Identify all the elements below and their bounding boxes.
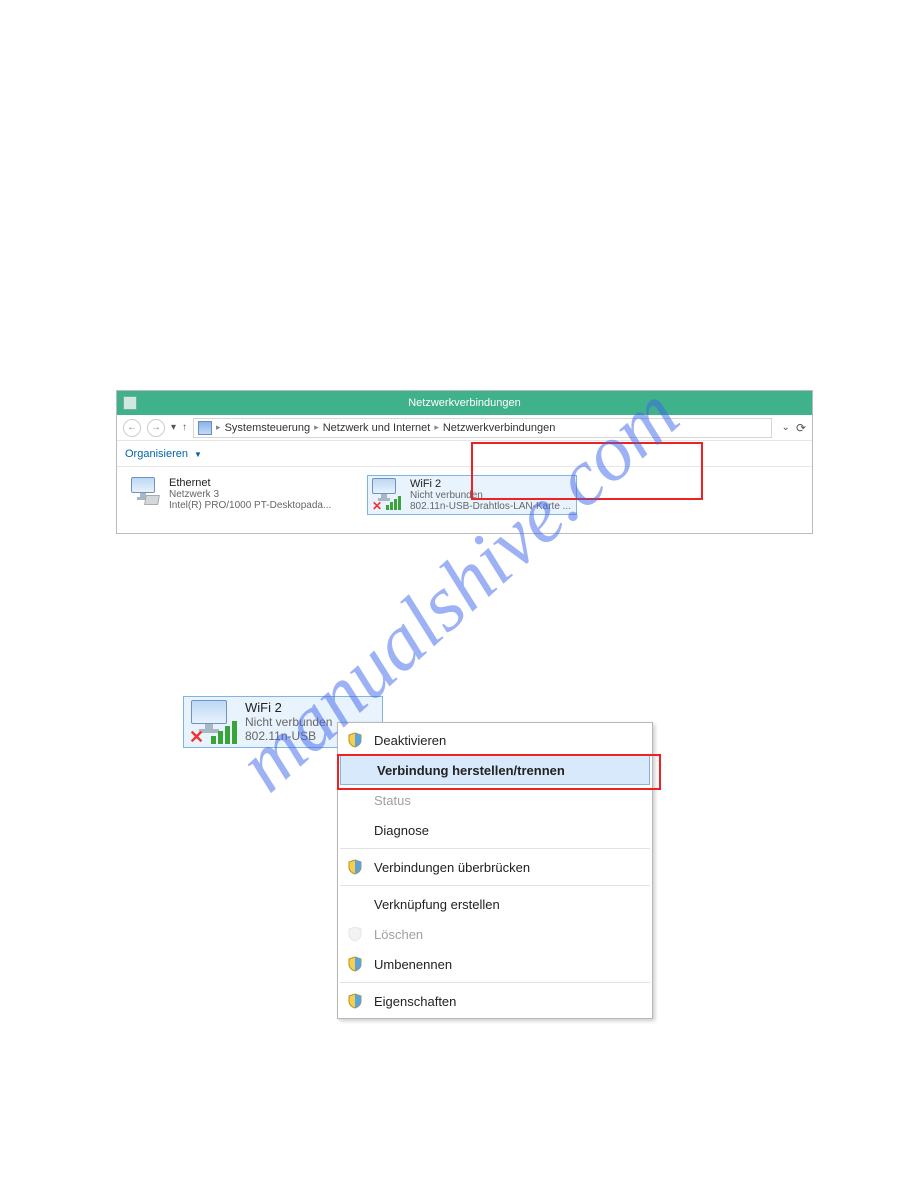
connection-status: Nicht verbunden (245, 715, 332, 729)
menu-item-shortcut[interactable]: Verknüpfung erstellen (338, 889, 652, 919)
menu-item-label: Status (374, 793, 411, 808)
nav-row: ← → ▾ ↑ ▸ Systemsteuerung ▸ Netzwerk und… (117, 415, 812, 441)
organize-label: Organisieren (125, 448, 188, 460)
context-menu-screenshot: ✕ WiFi 2 Nicht verbunden 802.11n-USB Dea… (183, 696, 655, 748)
control-panel-icon (198, 421, 212, 435)
breadcrumb-bar[interactable]: ▸ Systemsteuerung ▸ Netzwerk und Interne… (193, 418, 772, 438)
menu-item-deactivate[interactable]: Deaktivieren (338, 725, 652, 755)
up-button[interactable]: ↑ (182, 422, 187, 433)
menu-item-properties[interactable]: Eigenschaften (338, 986, 652, 1016)
chevron-right-icon: ▸ (216, 422, 221, 433)
blank-icon (346, 821, 364, 839)
connection-wifi2[interactable]: ✕ WiFi 2 Nicht verbunden 802.11n-USB-Dra… (367, 475, 577, 515)
disconnected-icon: ✕ (372, 500, 384, 512)
connection-ethernet[interactable]: Ethernet Netzwerk 3 Intel(R) PRO/1000 PT… (127, 475, 337, 513)
wifi-icon: ✕ (189, 700, 239, 744)
menu-item-bridge[interactable]: Verbindungen überbrücken (338, 852, 652, 882)
shield-icon (346, 858, 364, 876)
menu-item-label: Eigenschaften (374, 994, 456, 1009)
connection-title: Ethernet (169, 477, 331, 489)
menu-separator (340, 848, 650, 849)
menu-item-rename[interactable]: Umbenennen (338, 949, 652, 979)
blank-icon (346, 895, 364, 913)
menu-item-label: Verbindung herstellen/trennen (377, 763, 565, 778)
connections-area: Ethernet Netzwerk 3 Intel(R) PRO/1000 PT… (117, 467, 812, 533)
menu-item-label: Löschen (374, 927, 423, 942)
organize-button[interactable]: Organisieren ▼ (125, 448, 202, 460)
breadcrumb-item[interactable]: Netzwerkverbindungen (443, 422, 556, 434)
menu-separator (340, 982, 650, 983)
refresh-button[interactable]: ⟳ (796, 421, 806, 435)
window-titlebar: Netzwerkverbindungen (117, 391, 812, 415)
breadcrumb-item[interactable]: Netzwerk und Internet (323, 422, 431, 434)
connection-device: 802.11n-USB-Drahtlos-LAN-Karte ... (410, 501, 571, 512)
connection-title: WiFi 2 (245, 700, 332, 715)
back-button[interactable]: ← (123, 419, 141, 437)
shield-icon (346, 955, 364, 973)
menu-item-label: Deaktivieren (374, 733, 446, 748)
blank-icon (349, 761, 367, 779)
breadcrumb-item[interactable]: Systemsteuerung (225, 422, 311, 434)
connection-status: Nicht verbunden (410, 490, 571, 501)
window-system-icon (123, 396, 137, 410)
disconnected-icon: ✕ (189, 728, 204, 746)
menu-item-label: Umbenennen (374, 957, 452, 972)
chevron-right-icon: ▸ (314, 422, 319, 433)
chevron-right-icon: ▸ (434, 422, 439, 433)
wifi-icon: ✕ (372, 478, 404, 510)
chevron-down-icon[interactable]: ⌄ (782, 422, 790, 433)
chevron-down-icon: ▼ (194, 450, 202, 459)
menu-item-label: Diagnose (374, 823, 429, 838)
toolbar: Organisieren ▼ (117, 441, 812, 467)
shield-icon (346, 992, 364, 1010)
connection-device: Intel(R) PRO/1000 PT-Desktopada... (169, 500, 331, 511)
menu-item-diagnose[interactable]: Diagnose (338, 815, 652, 845)
shield-icon (346, 925, 364, 943)
network-connections-window: Netzwerkverbindungen ← → ▾ ↑ ▸ Systemste… (116, 390, 813, 534)
menu-item-status: Status (338, 785, 652, 815)
menu-separator (340, 885, 650, 886)
menu-item-label: Verbindungen überbrücken (374, 860, 530, 875)
menu-item-label: Verknüpfung erstellen (374, 897, 500, 912)
history-dropdown-icon[interactable]: ▾ (171, 422, 176, 433)
blank-icon (346, 791, 364, 809)
connection-status: Netzwerk 3 (169, 489, 331, 500)
connection-device: 802.11n-USB (245, 729, 332, 743)
ethernet-icon (131, 477, 163, 509)
menu-item-delete: Löschen (338, 919, 652, 949)
shield-icon (346, 731, 364, 749)
forward-button[interactable]: → (147, 419, 165, 437)
context-menu: Deaktivieren Verbindung herstellen/trenn… (337, 722, 653, 1019)
menu-item-connect[interactable]: Verbindung herstellen/trennen (340, 755, 650, 785)
window-title: Netzwerkverbindungen (408, 397, 521, 409)
connection-title: WiFi 2 (410, 478, 571, 490)
